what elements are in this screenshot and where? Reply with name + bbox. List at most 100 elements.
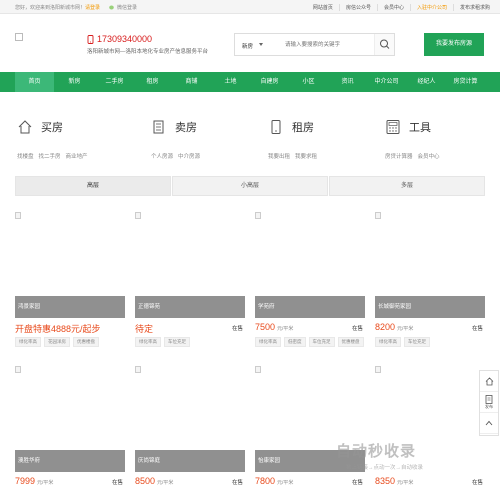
home-icon — [485, 376, 493, 385]
agency-join-link[interactable]: 入驻中介公司 — [409, 4, 453, 11]
nav-item-shops[interactable]: 商铺 — [172, 72, 211, 92]
building-type-tabs: 高层 小高层 多层 — [15, 176, 485, 196]
document-icon — [485, 394, 493, 404]
category-link[interactable]: 房贷计算器 — [385, 152, 413, 160]
category-panel: 买房 找楼盘 找二手房 商业地产 卖房 个人房源 中介房源 租房 我要出租 我要… — [15, 114, 485, 169]
price-value: 8500 — [135, 476, 156, 486]
listing-name[interactable]: 正德锦苑 — [135, 296, 245, 318]
image-placeholder-icon — [135, 366, 141, 373]
search-category-select[interactable]: 新房 — [242, 42, 253, 50]
category-title[interactable]: 买房 — [41, 119, 63, 135]
back-to-top-button[interactable] — [480, 413, 498, 434]
search-box: 新房 — [234, 33, 405, 56]
search-button[interactable] — [374, 34, 394, 55]
listing-tags: 绿化率高 低密度 车位充足 优惠楼盘 — [255, 337, 364, 347]
nav-item-news[interactable]: 资讯 — [328, 72, 367, 92]
site-logo[interactable] — [15, 33, 23, 41]
listing-tags: 绿化率高 车位充足 — [375, 337, 430, 347]
house-icon — [18, 120, 32, 134]
price-value: 7500 — [255, 322, 276, 332]
price-unit: 元/平米 — [277, 480, 294, 486]
home-link[interactable]: 网站首页 — [307, 4, 339, 11]
category-title[interactable]: 工具 — [409, 119, 431, 135]
nav-item-community[interactable]: 小区 — [289, 72, 328, 92]
category-link[interactable]: 个人房源 — [151, 152, 173, 160]
listing-name[interactable]: 鸿景家园 — [15, 296, 125, 318]
category-link[interactable]: 找二手房 — [39, 152, 61, 160]
category-title[interactable]: 租房 — [292, 119, 314, 135]
nav-item-brokers[interactable]: 经纪人 — [407, 72, 446, 92]
phone-icon — [87, 34, 94, 44]
listing-card[interactable]: 澳胜华府 7999 元/平米 在售 — [15, 366, 125, 494]
nav-item-self-built[interactable]: 自建房 — [250, 72, 289, 92]
listing-price: 7999 元/平米 — [15, 476, 53, 486]
listing-name[interactable]: 澳胜华府 — [15, 450, 125, 472]
nav-item-land[interactable]: 土地 — [211, 72, 250, 92]
chevron-up-icon — [485, 420, 493, 426]
publish-listing-button[interactable]: 我要发布房源 — [424, 33, 484, 56]
image-placeholder-icon — [135, 212, 141, 219]
price-value: 8200 — [375, 322, 396, 332]
login-link[interactable]: 请登录 — [85, 5, 100, 11]
nav-item-new-homes[interactable]: 新房 — [55, 72, 94, 92]
status-badge: 在售 — [351, 326, 363, 332]
price-unit: 元/平米 — [397, 326, 414, 332]
nav-item-rent[interactable]: 租房 — [133, 72, 172, 92]
category-link[interactable]: 商业地产 — [66, 152, 88, 160]
tab-high-rise[interactable]: 高层 — [15, 176, 171, 196]
category-sell: 卖房 个人房源 中介房源 — [151, 114, 200, 169]
category-link[interactable]: 找楼盘 — [17, 152, 34, 160]
tag: 低密度 — [284, 337, 306, 347]
listing-name[interactable]: 庆尚锦庭 — [135, 450, 245, 472]
listing-tags: 绿化率高 花园洋房 优惠楼盘 — [15, 337, 99, 347]
image-placeholder-icon — [375, 212, 381, 219]
nav-item-agencies[interactable]: 中介公司 — [366, 72, 407, 92]
price-unit: 元/平米 — [397, 480, 414, 486]
nav-item-mortgage-calc[interactable]: 房贷计算 — [446, 72, 485, 92]
image-placeholder-icon — [375, 366, 381, 373]
tag: 优惠楼盘 — [337, 337, 364, 347]
price-value: 7800 — [255, 476, 276, 486]
publish-side-label: 发布 — [485, 403, 493, 409]
price-unit: 元/平米 — [277, 326, 294, 332]
category-link[interactable]: 我要求租 — [295, 152, 317, 160]
tag: 花园洋房 — [44, 337, 70, 347]
category-rent: 租房 我要出租 我要求租 — [268, 114, 317, 169]
publish-side-button[interactable]: 发布 — [480, 392, 498, 413]
welcome-text: 您好，欢迎来到洛阳新城市网！请登录 — [15, 4, 100, 11]
publish-request-link[interactable]: 发布求租求购 — [452, 4, 496, 11]
nav-item-second-hand[interactable]: 二手房 — [95, 72, 134, 92]
category-title[interactable]: 卖房 — [175, 119, 197, 135]
official-account-link[interactable]: 房信公众号 — [338, 4, 377, 11]
top-bar: 您好，欢迎来到洛阳新城市网！请登录 微信登录 网站首页 房信公众号 会员中心 入… — [0, 0, 500, 14]
price-value: 开盘特惠4888元/起步 — [15, 324, 101, 334]
price-value: 待定 — [135, 324, 154, 334]
listing-name[interactable]: 长城御苑家园 — [375, 296, 485, 318]
phone-icon — [271, 120, 281, 134]
tab-low-rise[interactable]: 多层 — [329, 176, 485, 196]
hotline: 17309340000 — [87, 34, 208, 44]
listing-card[interactable]: 鸿景家园 开盘特惠4888元/起步 绿化率高 花园洋房 优惠楼盘 — [15, 212, 125, 347]
category-buy: 买房 找楼盘 找二手房 商业地产 — [17, 114, 88, 169]
tag: 绿化率高 — [375, 337, 401, 347]
category-link[interactable]: 会员中心 — [418, 152, 440, 160]
tab-mid-rise[interactable]: 小高层 — [172, 176, 328, 196]
listing-card[interactable]: 长城御苑家园 8200 元/平米 在售 绿化率高 车位充足 — [375, 212, 485, 347]
tag: 绿化率高 — [135, 337, 161, 347]
watermark-title: 自动秒收录 — [336, 443, 417, 460]
wechat-login[interactable]: 微信登录 — [109, 4, 137, 11]
listing-price: 7500 元/平米 — [255, 322, 293, 332]
member-center-link[interactable]: 会员中心 — [376, 4, 410, 11]
site-slogan: 洛阳新城市网—洛阳本地化专业房产信息服务平台 — [87, 49, 209, 55]
category-tools: 工具 房贷计算器 会员中心 — [385, 114, 440, 169]
image-placeholder-icon — [15, 212, 21, 219]
listing-card[interactable]: 庆尚锦庭 8500 元/平米 在售 — [135, 366, 245, 494]
category-link[interactable]: 我要出租 — [268, 152, 290, 160]
listing-card[interactable]: 学苑府 7500 元/平米 在售 绿化率高 低密度 车位充足 优惠楼盘 — [255, 212, 365, 347]
listing-name[interactable]: 学苑府 — [255, 296, 365, 318]
tag: 优惠楼盘 — [73, 337, 99, 347]
category-link[interactable]: 中介房源 — [178, 152, 200, 160]
nav-item-home[interactable]: 首页 — [15, 72, 54, 92]
home-button[interactable] — [480, 371, 498, 392]
listing-card[interactable]: 正德锦苑 待定 在售 绿化率高 车位充足 — [135, 212, 245, 347]
